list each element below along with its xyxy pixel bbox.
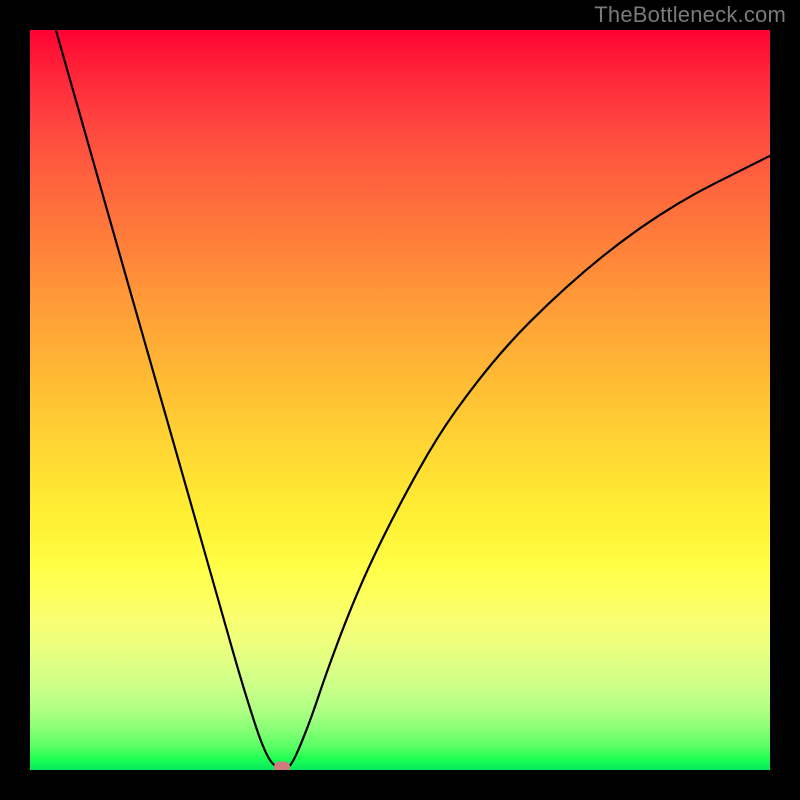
curve-svg: [30, 30, 770, 770]
plot-area: [30, 30, 770, 770]
minimum-marker: [274, 762, 290, 771]
watermark-text: TheBottleneck.com: [594, 2, 786, 28]
chart-frame: TheBottleneck.com: [0, 0, 800, 800]
bottleneck-curve: [56, 30, 770, 769]
